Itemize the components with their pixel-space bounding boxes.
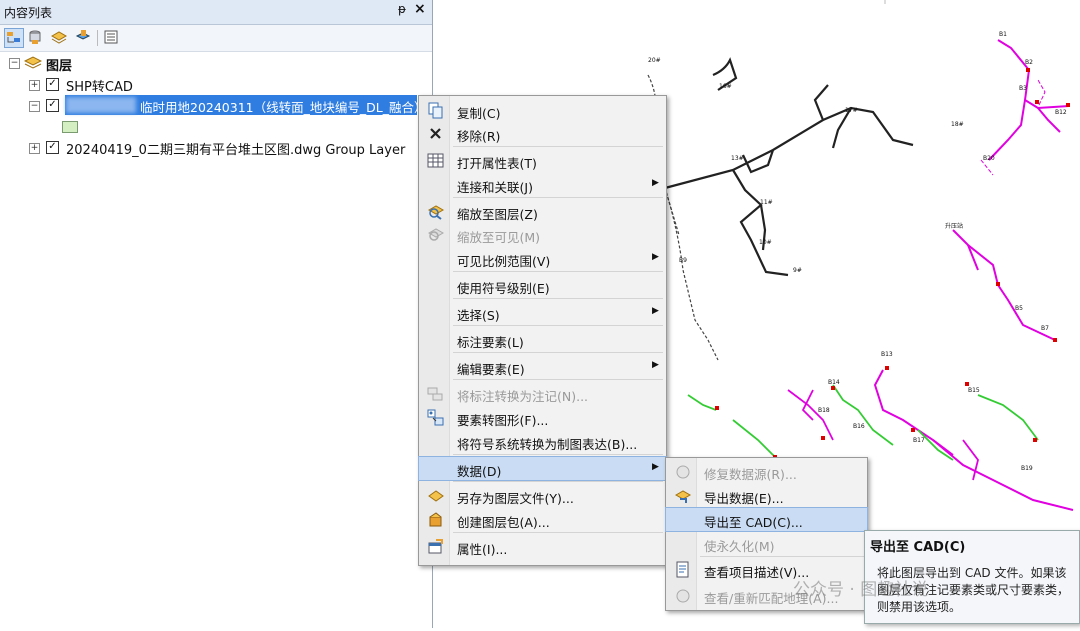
map-label: B14 — [828, 379, 840, 386]
map-label: 13# — [731, 155, 744, 162]
layer-visibility-checkbox[interactable]: ✓ — [46, 141, 59, 154]
map-label: B13 — [881, 351, 893, 358]
export-data-icon — [674, 490, 691, 503]
map-label: B1 — [999, 31, 1007, 38]
menu-item-edit-features[interactable]: 编辑要素(E) ▶ — [419, 355, 666, 378]
submenu-arrow-icon: ▶ — [652, 306, 659, 316]
options-icon[interactable] — [102, 28, 122, 48]
map-label: B7 — [1041, 325, 1049, 332]
map-label: 10# — [759, 239, 772, 246]
layer-name[interactable]: 临时用地20240311（线转面_地块编号_DL_融合） — [140, 97, 426, 116]
watermark: 公众号 · 图趣社说 — [793, 580, 929, 600]
layers-icon — [24, 56, 42, 69]
zoom-layer-icon — [427, 205, 444, 220]
menu-item-label-features[interactable]: 标注要素(L) — [419, 328, 666, 351]
menu-item-copy[interactable]: 复制(C) — [419, 99, 666, 122]
pin-icon[interactable]: ᵽ — [398, 2, 406, 16]
copy-icon — [428, 102, 443, 119]
menu-item-visible-scale-range[interactable]: 可见比例范围(V) ▶ — [419, 247, 666, 270]
menu-item-zoom-to-visible[interactable]: 缩放至可见(M) — [419, 223, 666, 246]
menu-item-convert-features-to-graphics[interactable]: 要素转图形(F)... — [419, 406, 666, 429]
map-label: B2 — [1025, 59, 1033, 66]
label-convert-icon — [427, 387, 443, 401]
properties-icon — [428, 539, 443, 554]
map-label: B16 — [853, 423, 865, 430]
map-label: B5 — [1015, 305, 1023, 312]
menu-item-zoom-to-layer[interactable]: 缩放至图层(Z) — [419, 200, 666, 223]
map-label: B12 — [1055, 109, 1067, 116]
list-by-visibility-icon[interactable] — [50, 28, 70, 48]
menu-item-export-data[interactable]: 导出数据(E)... — [666, 484, 867, 507]
menu-item-data[interactable]: 数据(D) ▶ — [418, 456, 667, 481]
toc-panel: 内容列表 ᵽ × − 图层 + ✓ SHP转CAD − ✓ 临时用地202403… — [0, 0, 433, 628]
item-desc-icon — [676, 561, 689, 578]
feature-graphic-icon — [427, 409, 444, 426]
map-label: B19 — [1021, 465, 1033, 472]
map-label: B17 — [913, 437, 925, 444]
map-label: 18# — [951, 121, 964, 128]
map-label: 11# — [760, 199, 773, 206]
menu-item-use-symbol-levels[interactable]: 使用符号级别(E) — [419, 274, 666, 297]
menu-item-open-attribute-table[interactable]: 打开属性表(T) — [419, 149, 666, 172]
root-layer-label: 图层 — [46, 59, 73, 74]
map-label: 17# — [845, 107, 858, 114]
zoom-visible-icon — [427, 228, 444, 241]
menu-item-repair-data-source[interactable]: 修复数据源(R)... — [666, 460, 867, 483]
menu-item-make-permanent[interactable]: 使永久化(M) — [666, 532, 867, 555]
close-icon[interactable]: × — [414, 1, 426, 17]
menu-item-remove[interactable]: 移除(R) — [419, 122, 666, 145]
submenu-arrow-icon: ▶ — [652, 360, 659, 370]
redacted-block — [66, 97, 136, 113]
menu-item-properties[interactable]: 属性(I)... — [419, 535, 666, 558]
submenu-arrow-icon: ▶ — [652, 252, 659, 262]
menu-item-joins-relates[interactable]: 连接和关联(J) ▶ — [419, 173, 666, 196]
map-label: 20# — [648, 57, 661, 64]
root-collapse-toggle[interactable]: − — [9, 58, 20, 69]
list-by-selection-icon[interactable] — [74, 28, 94, 48]
list-by-source-icon[interactable] — [26, 28, 46, 48]
menu-item-export-to-cad[interactable]: 导出至 CAD(C)... — [665, 507, 868, 532]
submenu-arrow-icon: ▶ — [652, 462, 659, 472]
layer-expand-toggle[interactable]: + — [29, 143, 40, 154]
menu-item-selection[interactable]: 选择(S) ▶ — [419, 301, 666, 324]
repair-icon — [676, 465, 690, 479]
layer-context-menu: 复制(C) 移除(R) 打开属性表(T) 连接和关联(J) ▶ 缩放至图层(Z)… — [418, 95, 667, 566]
map-label: B9 — [679, 257, 687, 264]
toc-toolbar — [0, 25, 432, 52]
rematch-icon — [676, 589, 690, 603]
layer-name[interactable]: 20240419_0二期三期有平台堆土区图.dwg Group Layer — [66, 139, 405, 158]
layer-package-icon — [429, 512, 442, 527]
layer-name[interactable]: SHP转CAD — [66, 76, 133, 95]
layer-visibility-checkbox[interactable]: ✓ — [46, 78, 59, 91]
map-label: B15 — [968, 387, 980, 394]
layer-symbol-swatch — [62, 121, 78, 133]
menu-item-save-as-layer-file[interactable]: 另存为图层文件(Y)... — [419, 484, 666, 507]
menu-item-convert-labels-to-annotation[interactable]: 将标注转换为注记(N)... — [419, 382, 666, 405]
menu-item-convert-symbology-to-representation[interactable]: 将符号系统转换为制图表达(B)... — [419, 430, 666, 453]
list-by-drawing-order-icon[interactable] — [4, 28, 24, 48]
toc-title-bar: 内容列表 ᵽ × — [0, 0, 432, 25]
layer-collapse-toggle[interactable]: − — [29, 101, 40, 112]
map-label: 16# — [719, 83, 732, 90]
tooltip-title: 导出至 CAD(C) — [870, 540, 966, 555]
layer-file-icon — [428, 490, 444, 502]
table-icon — [427, 153, 444, 168]
map-label: B18 — [818, 407, 830, 414]
map-label: 9# — [793, 267, 802, 274]
map-label: B20 — [983, 155, 995, 162]
map-label: B3 — [1019, 85, 1027, 92]
toc-title: 内容列表 — [4, 6, 53, 20]
map-label: 升压站 — [945, 222, 963, 230]
submenu-arrow-icon: ▶ — [652, 178, 659, 188]
layer-visibility-checkbox[interactable]: ✓ — [46, 99, 59, 112]
remove-icon — [430, 128, 441, 139]
menu-item-create-layer-package[interactable]: 创建图层包(A)... — [419, 508, 666, 531]
layer-expand-toggle[interactable]: + — [29, 80, 40, 91]
